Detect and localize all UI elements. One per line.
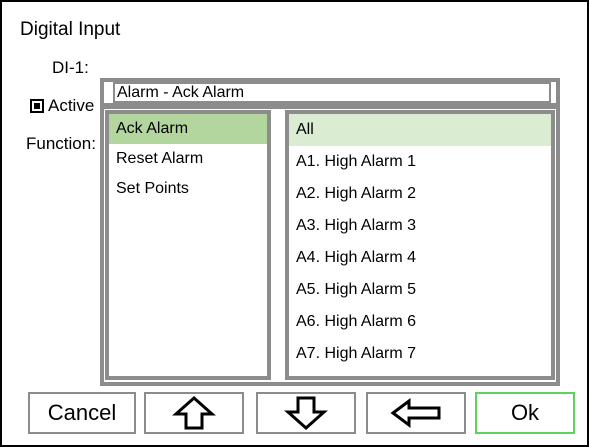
category-item-ack-alarm[interactable]: Ack Alarm [109, 114, 267, 144]
selected-path-field: Alarm - Ack Alarm [113, 82, 551, 103]
active-checkbox[interactable] [30, 99, 44, 113]
option-item-a4[interactable]: A4. High Alarm 4 [289, 242, 551, 274]
cancel-label: Cancel [47, 400, 117, 425]
option-item-a6[interactable]: A6. High Alarm 6 [289, 306, 551, 338]
function-label: Function: [26, 134, 96, 153]
page-title: Digital Input [20, 19, 121, 40]
active-label: Active [48, 96, 95, 115]
di-label: DI-1: [52, 58, 89, 77]
cancel-button[interactable]: Cancel [28, 392, 136, 434]
arrow-left-icon [390, 398, 442, 428]
back-button[interactable] [366, 392, 466, 434]
category-list: Ack Alarm Reset Alarm Set Points [105, 110, 271, 380]
arrow-up-icon [172, 396, 216, 430]
ok-button[interactable]: Ok [475, 392, 575, 434]
up-button[interactable] [144, 392, 244, 434]
option-item-a7[interactable]: A7. High Alarm 7 [289, 338, 551, 370]
option-item-a5[interactable]: A5. High Alarm 5 [289, 274, 551, 306]
ok-label: Ok [510, 400, 540, 425]
option-item-all[interactable]: All [289, 114, 551, 146]
category-item-set-points[interactable]: Set Points [109, 174, 267, 204]
option-item-a2[interactable]: A2. High Alarm 2 [289, 178, 551, 210]
down-button[interactable] [256, 392, 356, 434]
category-item-reset-alarm[interactable]: Reset Alarm [109, 144, 267, 174]
panel-divider [100, 103, 560, 109]
option-list: All A1. High Alarm 1 A2. High Alarm 2 A3… [285, 110, 555, 380]
arrow-down-icon [284, 396, 328, 430]
active-checkbox-row[interactable]: Active [30, 96, 94, 116]
option-item-a1[interactable]: A1. High Alarm 1 [289, 146, 551, 178]
option-item-a3[interactable]: A3. High Alarm 3 [289, 210, 551, 242]
